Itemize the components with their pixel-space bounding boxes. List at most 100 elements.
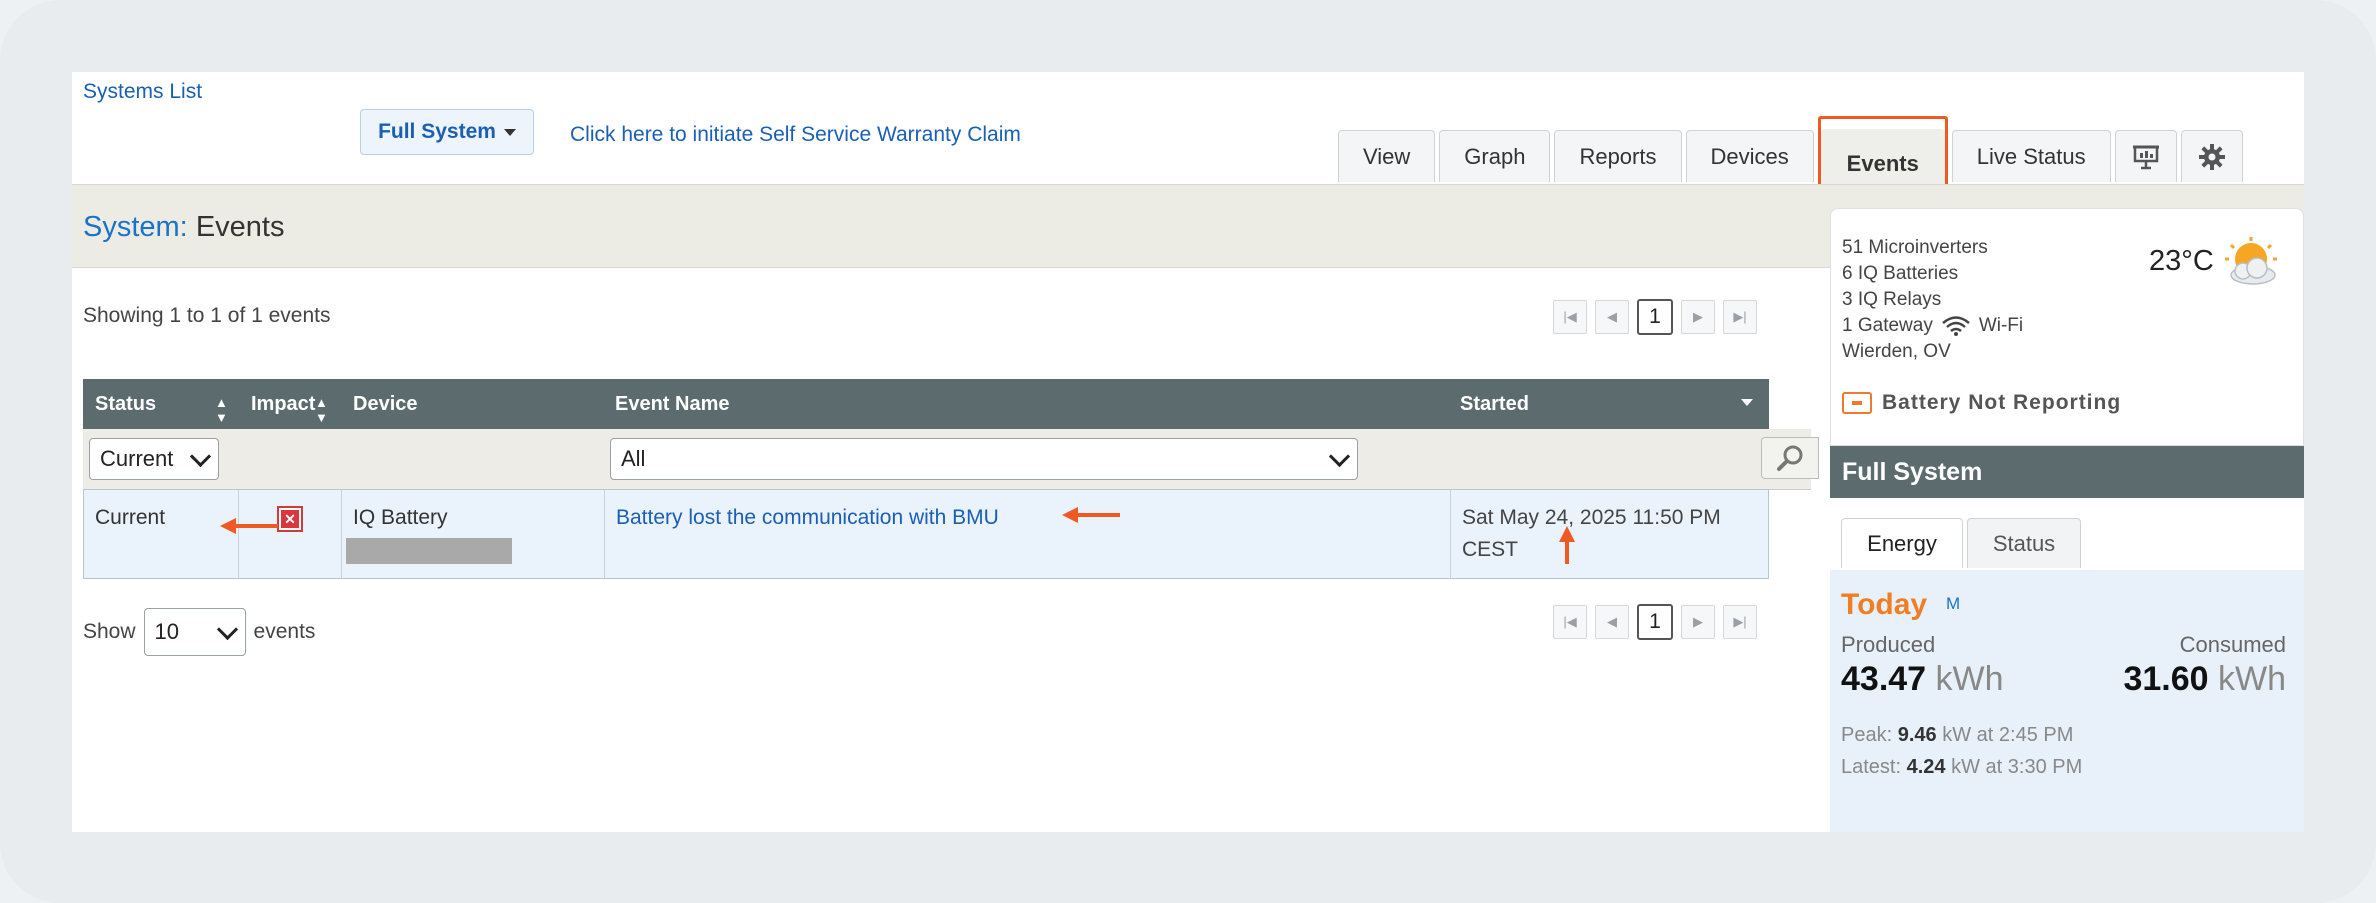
device-cell: IQ Battery — [342, 490, 605, 578]
consumed-value: 31.60 kWh — [2123, 660, 2286, 698]
search-icon — [1777, 445, 1803, 471]
status-filter-value: Current — [100, 446, 174, 471]
pager-top: |◀ ◀ 1 ▶ ▶| — [1553, 299, 1757, 335]
col-status[interactable]: Status — [95, 393, 156, 416]
today-heading: Today — [1841, 588, 1928, 621]
search-button[interactable] — [1761, 437, 1819, 479]
relays-count: 3 IQ Relays — [1842, 289, 1942, 310]
next-page-icon[interactable]: ▶ — [1681, 300, 1715, 334]
results-count: Showing 1 to 1 of 1 events — [83, 304, 331, 327]
page-title: System: Events — [83, 211, 284, 244]
tab-view[interactable]: View — [1338, 130, 1436, 182]
gear-icon — [2198, 143, 2225, 170]
chevron-down-icon — [189, 445, 212, 467]
energy-panel-title: Full System — [1830, 446, 2304, 498]
tab-devices[interactable]: Devices — [1685, 130, 1814, 182]
system-summary-panel: 51 Microinverters 6 IQ Batteries 3 IQ Re… — [1830, 208, 2304, 832]
page-number[interactable]: 1 — [1637, 604, 1673, 640]
col-impact[interactable]: Impact — [251, 393, 315, 416]
show-label: Show — [83, 620, 136, 643]
consumed-label: Consumed — [2179, 632, 2286, 657]
warranty-claim-link[interactable]: Click here to initiate Self Service Warr… — [570, 123, 1021, 147]
produced-label: Produced — [1841, 632, 1936, 657]
caret-down-icon — [503, 128, 516, 136]
annotation-arrow-left-icon — [1062, 507, 1120, 523]
col-started[interactable]: Started — [1460, 393, 1529, 416]
sort-desc-icon[interactable] — [1741, 399, 1753, 406]
battery-warning-text: Battery Not Reporting — [1882, 391, 2122, 414]
tab-energy[interactable]: Energy — [1841, 518, 1963, 568]
sort-icon[interactable]: ▲ ▼ — [315, 395, 328, 425]
page-size-select[interactable]: 10 — [143, 608, 246, 656]
chevron-down-icon — [216, 618, 238, 640]
events-label: events — [253, 620, 316, 643]
event-name-link[interactable]: Battery lost the communication with BMU — [616, 506, 999, 530]
event-name-filter-value: All — [621, 446, 646, 471]
annotation-arrow-left-icon — [220, 518, 278, 534]
location: Wierden, OV — [1842, 341, 1951, 362]
col-event-name: Event Name — [615, 393, 730, 415]
redacted-serial — [346, 538, 512, 564]
system-dropdown-label: Full System — [378, 120, 496, 143]
page-title-prefix: System: — [83, 211, 188, 243]
chevron-down-icon — [1328, 445, 1351, 467]
status-cell: Current — [84, 490, 239, 578]
tab-graph[interactable]: Graph — [1439, 130, 1551, 182]
gateway-count: 1 Gateway — [1842, 315, 1933, 336]
filter-row: Current All — [83, 429, 1819, 490]
first-page-icon[interactable]: |◀ — [1553, 605, 1587, 639]
next-page-icon[interactable]: ▶ — [1681, 605, 1715, 639]
gateway-line: 1 Gateway Wi-Fi — [1842, 313, 2023, 339]
battery-warning-icon — [1842, 392, 1872, 414]
last-page-icon[interactable]: ▶| — [1723, 605, 1757, 639]
prev-page-icon[interactable]: ◀ — [1595, 605, 1629, 639]
presentation-icon — [2132, 145, 2159, 169]
latest-stat: Latest: 4.24 kW at 3:30 PM — [1841, 756, 2083, 778]
col-device: Device — [353, 393, 418, 415]
tab-live-status[interactable]: Live Status — [1951, 130, 2111, 182]
partly-cloudy-icon — [2225, 237, 2277, 285]
page-title-text: Events — [195, 211, 285, 243]
energy-tabs: Energy Status — [1830, 498, 2304, 571]
batteries-count: 6 IQ Batteries — [1842, 263, 1959, 284]
wifi-icon — [1942, 316, 1970, 336]
status-filter-select[interactable]: Current — [89, 438, 219, 480]
events-table: Status ▲ ▼ Impact ▲ ▼ Device Event Name St… — [83, 379, 1819, 579]
prev-page-icon[interactable]: ◀ — [1595, 300, 1629, 334]
m-link[interactable]: M — [1946, 594, 1960, 614]
started-date: Sat May 24, 2025 11:50 PM — [1462, 506, 1721, 529]
systems-list-link[interactable]: Systems List — [83, 80, 202, 104]
microinverters-count: 51 Microinverters — [1842, 237, 1988, 258]
produced-value: 43.47 kWh — [1841, 660, 2004, 698]
device-value: IQ Battery — [353, 506, 448, 529]
screenshot-card: Systems List Full System Click here to i… — [0, 0, 2376, 903]
table-header: Status ▲ ▼ Impact ▲ ▼ Device Event Name St… — [83, 379, 1769, 429]
pager-bottom: |◀ ◀ 1 ▶ ▶| — [1553, 604, 1757, 640]
table-row[interactable]: Current ✕ IQ Battery Battery lost the co… — [83, 489, 1769, 579]
tab-status[interactable]: Status — [1967, 518, 2081, 568]
tab-settings[interactable] — [2180, 130, 2243, 182]
started-cell: Sat May 24, 2025 11:50 PM CEST — [1451, 490, 1768, 578]
tab-dashboard[interactable] — [2114, 130, 2177, 182]
sort-icon[interactable]: ▲ ▼ — [215, 395, 228, 425]
page-number[interactable]: 1 — [1637, 299, 1673, 335]
main-tabs: View Graph Reports Devices Events Live S… — [1338, 116, 2243, 202]
temperature: 23°C — [2149, 245, 2214, 277]
annotation-arrow-up-icon — [1559, 526, 1575, 564]
event-name-cell: Battery lost the communication with BMU — [605, 490, 1451, 578]
critical-impact-icon: ✕ — [277, 506, 303, 532]
started-timezone: CEST — [1462, 538, 1519, 561]
status-value: Current — [95, 506, 166, 529]
tab-reports[interactable]: Reports — [1554, 130, 1682, 182]
today-energy-box: Today M Produced Consumed 43.47 kWh 31.6… — [1830, 570, 2304, 832]
system-dropdown-button[interactable]: Full System — [360, 109, 534, 155]
last-page-icon[interactable]: ▶| — [1723, 300, 1757, 334]
app-window: Systems List Full System Click here to i… — [72, 72, 2304, 832]
first-page-icon[interactable]: |◀ — [1553, 300, 1587, 334]
wifi-label: Wi-Fi — [1978, 315, 2024, 336]
peak-stat: Peak: 9.46 kW at 2:45 PM — [1841, 724, 2074, 746]
battery-warning[interactable]: Battery Not Reporting — [1842, 391, 2121, 415]
system-details: 51 Microinverters 6 IQ Batteries 3 IQ Re… — [1842, 235, 2023, 365]
page-size-control: Show 10 events — [83, 608, 315, 656]
event-name-filter-select[interactable]: All — [610, 438, 1358, 480]
